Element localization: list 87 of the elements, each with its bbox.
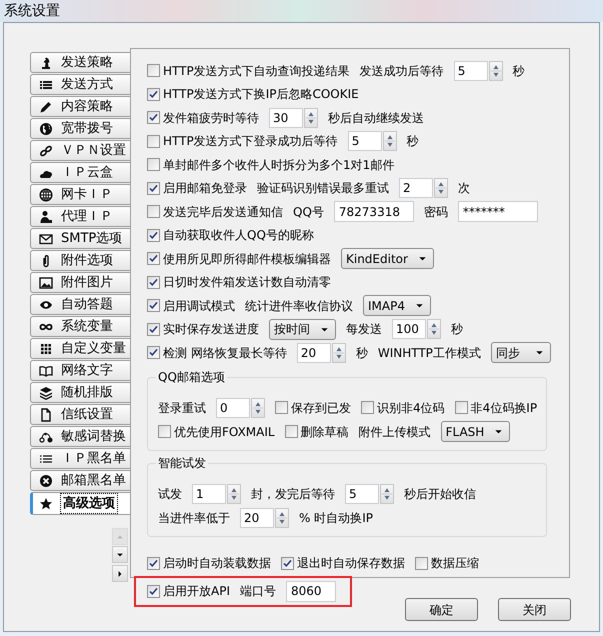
checkbox-label[interactable]: 退出时自动保存数据 [297, 554, 405, 572]
label: 秒 [512, 62, 525, 80]
checkbox-label[interactable]: 启用邮箱免登录 [163, 179, 247, 198]
tab[interactable]: 网卡ＩＰ [30, 184, 130, 205]
label: 统计进件率收信协议 [245, 298, 353, 315]
label: 登录重试 [158, 400, 206, 416]
checkbox-label[interactable]: 启用开放API [163, 582, 230, 600]
checkbox-label[interactable]: 保存到已发 [291, 398, 351, 416]
checkbox-label[interactable]: 非4位码换IP [470, 398, 538, 416]
tab[interactable]: 自定义变量 [30, 338, 130, 359]
tab[interactable]: 网络文字 [30, 360, 130, 381]
tab[interactable]: 内容策略 [30, 96, 130, 117]
tab[interactable]: ＩＰ黑名单 [30, 448, 130, 469]
checkbox-label[interactable]: 自动获取收件人QQ号的昵称 [163, 226, 314, 244]
checkbox-label[interactable]: 优先使用FOXMAIL [174, 422, 275, 440]
dropdown[interactable]: KindEditor [341, 248, 434, 270]
tab[interactable]: 高级选项 [30, 492, 130, 515]
tab[interactable]: 随机排版 [30, 382, 130, 403]
tab[interactable]: 发送策略 [30, 52, 130, 73]
label: 当进件率低于 [158, 510, 230, 526]
number-field[interactable]: 5 [345, 484, 379, 504]
dropdown[interactable]: FLASH [440, 421, 510, 442]
checkbox-label[interactable]: 发件箱疲劳时等待 [163, 108, 259, 127]
label: 发送成功后等待 [360, 62, 444, 80]
checkbox-label[interactable]: 检测 网络恢复最长等待 [163, 344, 287, 362]
tab[interactable]: 自动答题 [30, 294, 130, 315]
checkbox-label[interactable]: 启用调试模式 [163, 296, 235, 315]
checkbox-label[interactable]: 数据压缩 [431, 554, 479, 572]
tab[interactable]: ＩＰ云盒 [30, 162, 130, 183]
checkbox-label[interactable]: 启动时自动装载数据 [163, 554, 271, 572]
label: WINHTTP工作模式 [378, 344, 481, 362]
tab[interactable]: 信纸设置 [30, 404, 130, 425]
number-field[interactable]: 30 [269, 108, 303, 128]
checkbox-label[interactable]: 识别非4位码 [377, 398, 445, 416]
checkbox-label[interactable]: 单封邮件多个收件人时拆分为多个1对1邮件 [163, 156, 394, 174]
text-field[interactable]: 78273318 [334, 201, 414, 222]
dropdown[interactable]: 同步 [490, 342, 551, 364]
tab[interactable]: 系统变量 [30, 316, 130, 337]
number-field[interactable]: 5 [454, 60, 488, 81]
dropdown[interactable]: IMAP4 [363, 295, 431, 316]
number-field[interactable]: 20 [296, 342, 331, 363]
checkbox-label[interactable]: 实时保存发送进度 [163, 320, 259, 338]
label: 验证码识别错误最多重试 [257, 180, 389, 198]
tab[interactable]: 附件图片 [30, 272, 130, 293]
tab[interactable]: SMTP选项 [30, 228, 130, 249]
label: 附件上传模式 [358, 424, 431, 440]
label: 次 [458, 180, 470, 198]
number-field[interactable]: 0 [216, 398, 250, 418]
tab[interactable]: 敏感词替换 [30, 426, 130, 447]
label: 封，发完后等待 [251, 486, 335, 502]
number-field[interactable]: 20 [240, 508, 274, 528]
label: 秒 [406, 133, 419, 150]
tab[interactable]: 附件选项 [30, 250, 130, 271]
checkbox-label[interactable]: 日切时发件箱发送计数自动清零 [163, 273, 331, 292]
number-field[interactable]: 5 [348, 131, 382, 152]
checkbox-label[interactable]: 发送完毕后发送通知信 [163, 202, 283, 221]
dialog-button[interactable]: 关闭 [498, 598, 571, 621]
label: 每发送 [346, 321, 382, 338]
checkbox-label[interactable]: HTTP发送方式下换IP后忽略COOKIE [163, 85, 359, 104]
group-title: QQ邮箱选项 [156, 368, 227, 384]
checkbox-label[interactable]: HTTP发送方式下自动查询投递结果 [163, 62, 350, 80]
group-title: 智能试发 [156, 454, 208, 470]
label: 秒后自动继续发送 [328, 110, 424, 127]
label: 端口号 [240, 583, 276, 600]
window-title: 系统设置 [4, 2, 60, 20]
tab[interactable]: 邮箱黑名单 [30, 470, 130, 491]
number-field[interactable]: 100 [392, 319, 426, 340]
tab[interactable]: 宽带拨号 [30, 118, 130, 139]
text-field[interactable]: 8060 [286, 580, 336, 602]
dropdown[interactable]: 按时间 [269, 318, 336, 340]
label: % 时自动换IP [299, 510, 373, 526]
checkbox-label[interactable]: HTTP发送方式下登录成功后等待 [163, 132, 338, 150]
tab[interactable]: 发送方式 [30, 74, 130, 95]
label: QQ号 [293, 204, 324, 221]
checkbox-label[interactable]: 使用所见即所得邮件模板编辑器 [163, 250, 331, 268]
checkbox-label[interactable]: 删除草稿 [300, 422, 349, 440]
label: 秒 [451, 321, 463, 338]
tab[interactable]: 代理ＩＰ [30, 206, 130, 227]
label: 试发 [158, 486, 182, 502]
label: 秒 [356, 344, 368, 362]
dialog-button[interactable]: 确定 [405, 598, 478, 621]
number-field[interactable]: 1 [192, 484, 226, 504]
label: 密码 [424, 204, 448, 221]
tab[interactable]: ＶＰＮ设置 [30, 140, 130, 161]
label: 秒后开始收信 [404, 486, 476, 502]
text-field[interactable]: ******* [458, 201, 538, 222]
number-field[interactable]: 2 [399, 178, 433, 198]
